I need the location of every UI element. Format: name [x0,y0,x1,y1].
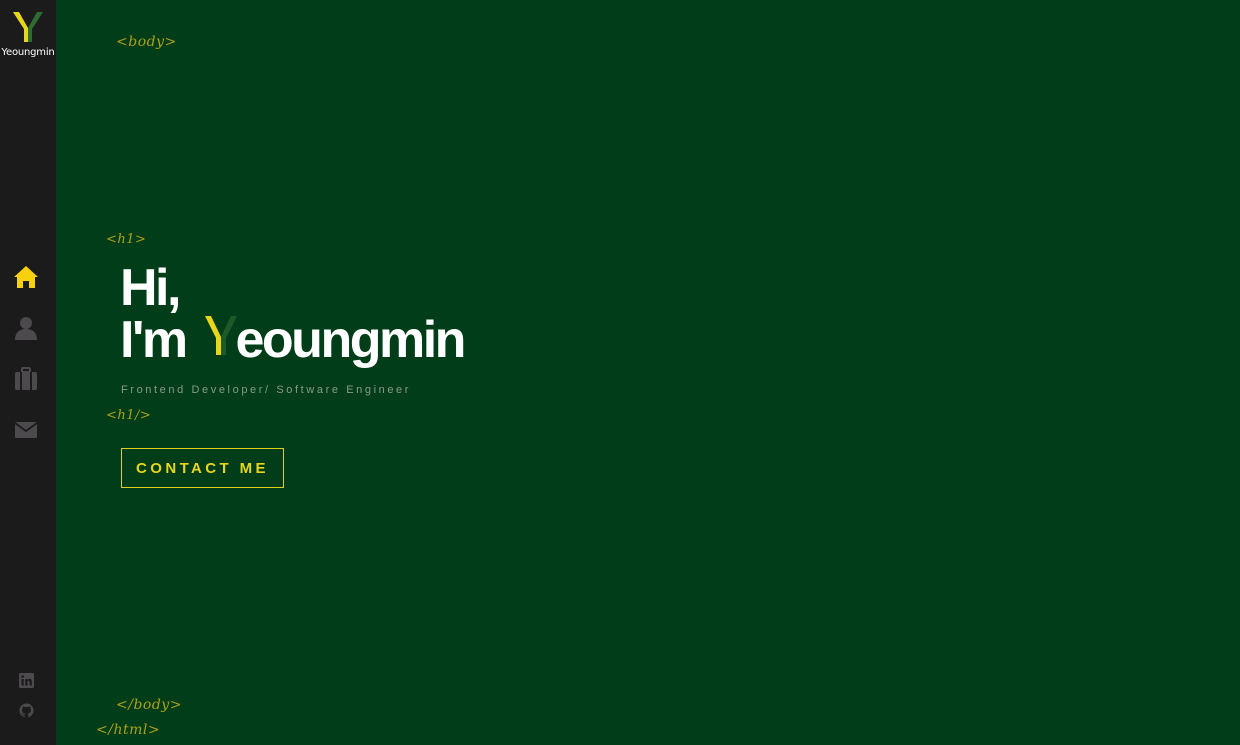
tag-html-close: </html> [96,722,161,738]
contact-me-button[interactable]: CONTACT ME [121,448,284,488]
hero-name-prefix: I'm [120,311,198,369]
linkedin-icon[interactable] [19,673,34,688]
logo[interactable]: Yeoungmin [0,8,56,58]
tag-body-open: <body> [116,34,177,50]
logo-y-icon [13,12,43,42]
hero-y-logo-icon [204,316,237,355]
hero-greeting: Hi, [120,259,181,317]
github-icon[interactable] [19,703,34,718]
nav-envelope-icon[interactable] [13,417,39,443]
brand-name: Yeoungmin [1,47,55,58]
hero-subtitle: Frontend Developer/ Software Engineer [121,384,412,396]
nav-briefcase-icon[interactable] [13,366,39,392]
tag-h1-open: <h1> [106,232,147,247]
nav-user-icon[interactable] [13,315,39,341]
hero-name-suffix: eoungmin [235,311,467,369]
nav-home-icon[interactable] [13,264,39,290]
tag-h1-close: <h1/> [106,408,152,423]
hero-name-line: I'm eoungmin [120,311,467,369]
sidebar: Yeoungmin [0,0,56,745]
tag-body-close: </body> [116,697,182,713]
